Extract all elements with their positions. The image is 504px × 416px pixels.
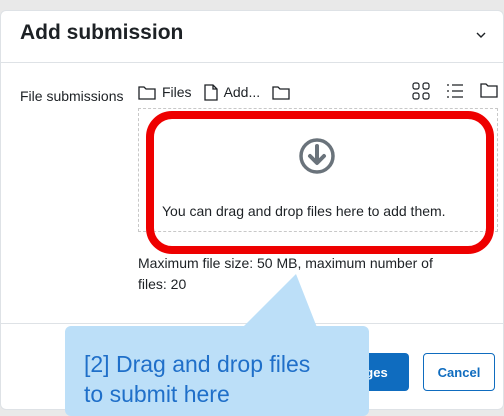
callout-line-1: [2] Drag and drop files [84,351,311,377]
callout-line-2: to submit here [84,381,230,407]
callout-text: [2] Drag and drop files to submit here [84,349,310,409]
